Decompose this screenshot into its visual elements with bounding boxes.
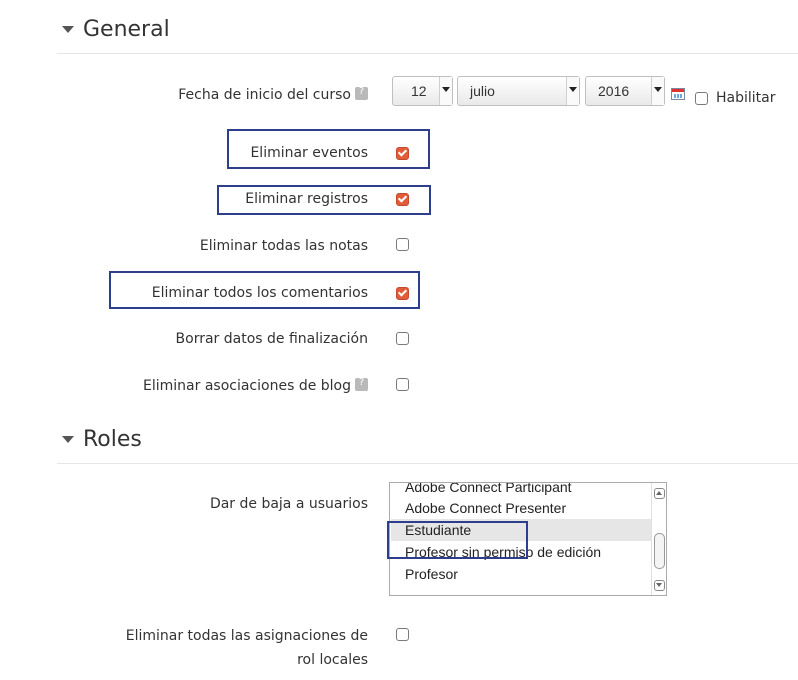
delete-all-grades-label: Eliminar todas las notas <box>199 238 368 254</box>
year-select[interactable]: 2016 <box>585 76 665 106</box>
dropdown-arrow-icon <box>566 77 579 105</box>
section-general-title: General <box>83 17 170 42</box>
collapse-caret-icon <box>62 436 74 443</box>
help-icon[interactable] <box>355 377 368 391</box>
scroll-down-icon[interactable] <box>654 580 665 591</box>
listbox-option[interactable]: Profesor <box>391 563 652 585</box>
highlight-box <box>109 271 420 309</box>
section-general-toggle[interactable]: General <box>62 17 170 42</box>
enable-date-checkbox[interactable] <box>695 92 708 105</box>
day-select[interactable]: 12 <box>392 76 453 106</box>
section-roles-toggle[interactable]: Roles <box>62 427 142 452</box>
dropdown-arrow-icon <box>651 77 664 105</box>
calendar-icon[interactable] <box>671 88 685 100</box>
month-select[interactable]: julio <box>457 76 580 106</box>
listbox-scrollbar[interactable] <box>651 483 666 595</box>
delete-local-role-assignments-label-line2: rol locales <box>297 652 368 668</box>
listbox-option[interactable]: Adobe Connect Participant <box>391 483 652 498</box>
section-roles-title: Roles <box>83 427 142 452</box>
unenrol-users-label: Dar de baja a usuarios <box>209 496 368 512</box>
delete-blog-associations-label: Eliminar asociaciones de blog <box>143 377 368 394</box>
scroll-up-icon[interactable] <box>654 488 665 499</box>
highlight-box <box>227 129 430 169</box>
scrollbar-thumb[interactable] <box>654 533 665 569</box>
delete-completion-data-label: Borrar datos de finalización <box>175 331 368 347</box>
dropdown-arrow-icon <box>439 77 452 105</box>
listbox-option[interactable]: Adobe Connect Presenter <box>391 497 652 519</box>
divider <box>57 53 798 54</box>
divider <box>57 463 798 464</box>
start-date-label: Fecha de inicio del curso <box>178 86 368 103</box>
delete-local-role-assignments-label-line1: Eliminar todas las asignaciones de <box>125 628 368 644</box>
enable-date-label: Habilitar <box>716 90 776 106</box>
delete-all-grades-checkbox[interactable] <box>396 238 409 251</box>
collapse-caret-icon <box>62 26 74 33</box>
delete-local-role-assignments-checkbox[interactable] <box>396 628 409 641</box>
help-icon[interactable] <box>355 86 368 100</box>
delete-completion-data-checkbox[interactable] <box>396 332 409 345</box>
highlight-box <box>217 185 431 215</box>
highlight-box <box>387 521 528 559</box>
delete-blog-associations-checkbox[interactable] <box>396 378 409 391</box>
